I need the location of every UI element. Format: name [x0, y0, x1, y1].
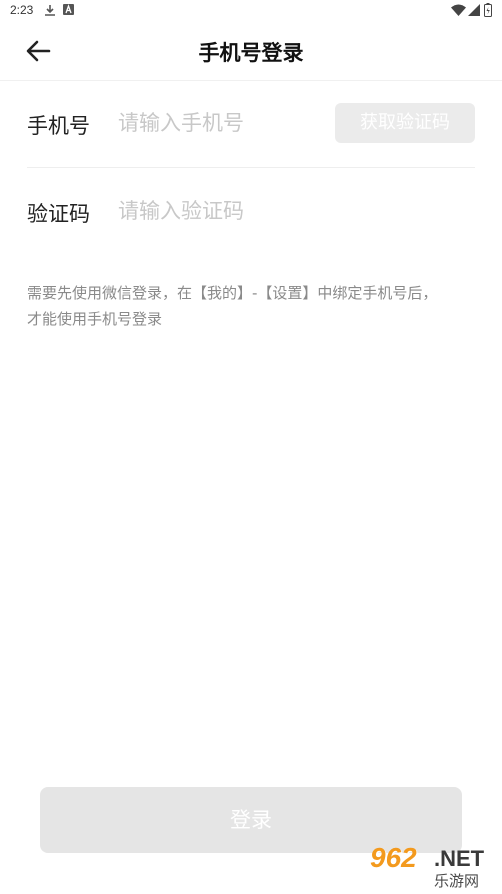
battery-icon: [484, 3, 492, 17]
site-watermark-logo: 962 .NET 乐游网: [362, 840, 502, 894]
hint-line-2: 才能使用手机号登录: [27, 310, 163, 328]
notification-a-icon: [63, 4, 74, 15]
status-time: 2:23: [10, 3, 34, 17]
code-label: 验证码: [27, 202, 90, 226]
download-icon: [45, 5, 55, 16]
hint-line-1: 需要先使用微信登录，在【我的】-【设置】中绑定手机号后，: [27, 284, 438, 302]
phone-input[interactable]: [118, 106, 318, 140]
watermark-subtitle: 乐游网: [434, 872, 480, 890]
phone-label: 手机号: [27, 114, 90, 138]
nav-bar: 手机号登录: [0, 22, 502, 81]
get-code-button[interactable]: 获取验证码: [335, 103, 475, 143]
code-input[interactable]: [118, 194, 448, 228]
wifi-icon: [451, 4, 466, 16]
phone-row: 手机号 获取验证码: [27, 80, 475, 168]
status-bar: 2:23: [0, 0, 502, 22]
signal-icon: [468, 4, 480, 16]
hint-text: 需要先使用微信登录，在【我的】-【设置】中绑定手机号后， 才能使用手机号登录: [27, 280, 477, 332]
watermark-net: .NET: [434, 846, 485, 871]
page-title: 手机号登录: [198, 41, 304, 65]
code-row: 验证码: [27, 168, 475, 255]
watermark-number: 962: [370, 842, 417, 873]
